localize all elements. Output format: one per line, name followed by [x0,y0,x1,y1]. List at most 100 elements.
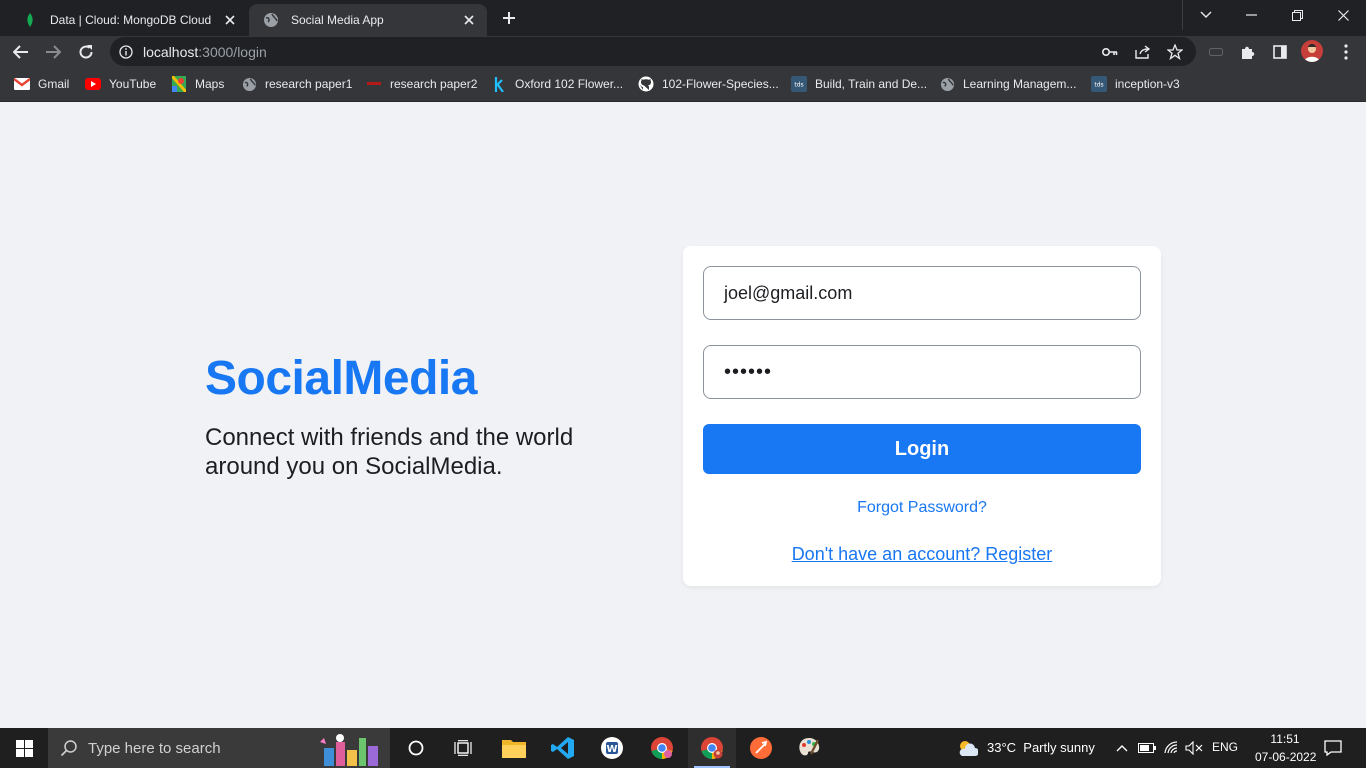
star-icon[interactable] [1166,43,1184,61]
profile-avatar[interactable] [1301,40,1323,62]
close-window-button[interactable] [1320,0,1366,30]
brand-logo-text: SocialMedia [205,352,477,405]
postman-button[interactable] [739,728,783,768]
bookmark-label: research paper1 [265,77,353,91]
email-input[interactable]: joel@gmail.com [703,266,1141,320]
info-icon[interactable] [117,43,135,61]
notification-center-icon[interactable] [1320,728,1346,768]
red-dash-icon [366,76,382,92]
email-value: joel@gmail.com [724,282,853,303]
chrome-button[interactable] [640,728,684,768]
clock-time[interactable]: 11:51 [1262,732,1308,746]
clock-date[interactable]: 07-06-2022 [1255,750,1316,764]
document-app-icon: W [601,737,623,759]
github-icon [638,76,654,92]
bookmark-inception-v3[interactable]: tds inception-v3 [1091,76,1180,92]
url-path: :3000/login [198,44,267,60]
paint-palette-icon [799,738,820,756]
windows-taskbar: Type here to search W 33°C Partly sunny [0,728,1366,768]
search-icon [60,739,78,757]
volume-muted-icon[interactable] [1184,728,1204,768]
weather-partly-sunny-icon[interactable] [955,728,979,768]
reload-button[interactable] [73,39,99,65]
bookmark-research-paper2[interactable]: research paper2 [366,76,477,92]
bookmark-flower-species[interactable]: 102-Flower-Species... [638,76,779,92]
search-highlight-illustration-icon [318,732,386,766]
extensions-puzzle-icon[interactable] [1235,39,1261,65]
globe-icon [241,76,257,92]
restore-button[interactable] [1274,0,1320,30]
vscode-button[interactable] [542,728,584,768]
show-hidden-icons-chevron-icon[interactable] [1113,728,1131,768]
bookmark-build-train[interactable]: tds Build, Train and De... [791,76,927,92]
weather-widget[interactable]: 33°C Partly sunny [987,740,1095,755]
svg-text:tds: tds [794,82,803,89]
bookmark-label: research paper2 [390,77,478,91]
bookmark-gmail[interactable]: Gmail [14,76,69,92]
bookmark-label: Learning Managem... [963,77,1077,91]
extension-badge-icon[interactable] [1203,39,1229,65]
bookmark-learning-management[interactable]: Learning Managem... [939,76,1076,92]
kaggle-icon [491,76,507,92]
tab-strip: Data | Cloud: MongoDB Cloud Social Media… [0,0,1366,36]
battery-icon[interactable] [1137,728,1157,768]
bookmark-maps[interactable]: Maps [171,76,224,92]
youtube-icon [85,76,101,92]
url-text[interactable]: localhost:3000/login [143,44,267,60]
forgot-password-link[interactable]: Forgot Password? [683,499,1161,517]
globe-icon [263,12,279,28]
cortana-button[interactable] [396,728,436,768]
bookmark-youtube[interactable]: YouTube [85,76,156,92]
password-input[interactable]: •••••• [703,345,1141,399]
tab-mongodb[interactable]: Data | Cloud: MongoDB Cloud [8,4,248,36]
forward-button[interactable] [40,39,66,65]
bookmark-label: Gmail [38,77,70,91]
paint-button[interactable] [788,728,830,768]
globe-icon [939,76,955,92]
new-tab-button[interactable] [497,6,521,30]
file-explorer-button[interactable] [493,728,535,768]
task-view-button[interactable] [443,728,483,768]
login-button[interactable]: Login [703,424,1141,474]
start-button[interactable] [0,728,48,768]
svg-text:W: W [606,744,617,755]
chrome-profile-button[interactable] [688,728,736,768]
vscode-icon [551,737,574,759]
search-placeholder: Type here to search [88,739,221,757]
taskbar-search-box[interactable]: Type here to search [48,728,390,768]
url-host: localhost [143,44,199,60]
address-bar[interactable]: localhost:3000/login [110,37,1196,66]
windows-logo-icon [15,739,33,757]
language-indicator[interactable]: ENG [1212,740,1238,754]
password-value: •••••• [724,360,773,383]
postman-icon [750,737,772,759]
share-icon[interactable] [1134,43,1152,61]
bookmark-research-paper1[interactable]: research paper1 [241,76,352,92]
word-app-button[interactable]: W [591,728,633,768]
bookmark-label: Maps [195,77,225,91]
svg-text:tds: tds [1094,82,1103,89]
weather-temp: 33°C [987,740,1017,755]
register-link[interactable]: Don't have an account? Register [683,544,1161,565]
cortana-circle-icon [408,740,424,756]
login-card: joel@gmail.com •••••• Login Forgot Passw… [683,246,1161,586]
key-icon[interactable] [1101,43,1119,61]
back-button[interactable] [8,39,34,65]
minimize-button[interactable] [1228,0,1274,30]
tab-social-media-app[interactable]: Social Media App [249,4,487,36]
mongodb-leaf-icon [22,12,38,28]
wifi-icon[interactable] [1162,728,1182,768]
bookmark-oxford-flowers[interactable]: Oxford 102 Flower... [491,76,623,92]
side-panel-icon[interactable] [1267,39,1293,65]
browser-toolbar: localhost:3000/login [0,36,1366,67]
gmail-icon [14,76,30,92]
maps-icon [171,76,187,92]
tds-icon: tds [791,76,807,92]
task-view-icon [454,740,472,756]
bookmark-label: Oxford 102 Flower... [515,77,624,91]
tab-search-button[interactable] [1183,0,1229,30]
menu-kebab-icon[interactable] [1333,39,1359,65]
close-icon[interactable] [461,12,477,28]
tagline: Connect with friends and the world aroun… [205,424,574,480]
close-icon[interactable] [222,12,238,28]
